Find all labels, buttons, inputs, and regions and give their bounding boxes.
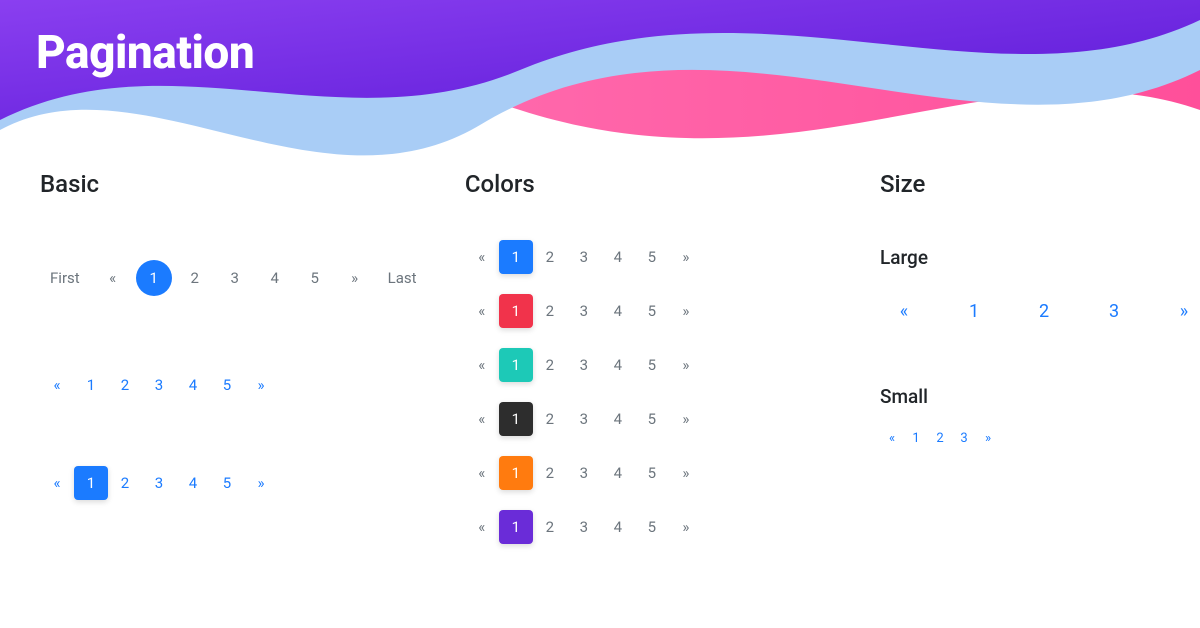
colors-stack: « 1 2 3 4 5 » « 1 2 3 4 5 » « 1 2 3 [465,240,880,544]
section-title-basic: Basic [40,170,465,198]
page-next-icon[interactable]: » [1160,287,1200,335]
page-3[interactable]: 3 [218,261,252,295]
page-1-active[interactable]: 1 [499,294,533,328]
page-4[interactable]: 4 [601,348,635,382]
content: Basic First « 1 2 3 4 5 » Last « 1 2 3 4… [0,150,1200,544]
pagination-color-purple: « 1 2 3 4 5 » [465,510,880,544]
page-2[interactable]: 2 [108,368,142,402]
page-5[interactable]: 5 [210,368,244,402]
page-4[interactable]: 4 [601,294,635,328]
page-1[interactable]: 1 [904,426,928,450]
page-5[interactable]: 5 [635,456,669,490]
section-size: Size Large « 1 2 3 » Small « 1 2 3 » [880,170,1160,544]
page-2[interactable]: 2 [928,426,952,450]
pagination-small: « 1 2 3 » [880,426,1160,450]
page-title: Pagination [36,26,254,80]
page-5[interactable]: 5 [635,294,669,328]
page-3[interactable]: 3 [952,426,976,450]
page-1-active[interactable]: 1 [499,510,533,544]
section-title-size: Size [880,170,1160,198]
page-last[interactable]: Last [378,261,427,295]
page-5[interactable]: 5 [298,261,332,295]
page-4[interactable]: 4 [601,510,635,544]
page-1-active[interactable]: 1 [74,466,108,500]
page-1-active[interactable]: 1 [499,348,533,382]
page-2[interactable]: 2 [533,402,567,436]
page-5[interactable]: 5 [210,466,244,500]
pagination-basic-links: « 1 2 3 4 5 » [40,368,465,402]
page-5[interactable]: 5 [635,240,669,274]
page-prev-icon[interactable]: « [465,294,499,328]
page-4[interactable]: 4 [258,261,292,295]
page-prev-icon[interactable]: « [465,348,499,382]
page-next-icon[interactable]: » [244,368,278,402]
page-2[interactable]: 2 [533,294,567,328]
page-next-icon[interactable]: » [669,402,703,436]
page-2[interactable]: 2 [533,510,567,544]
page-1-active[interactable]: 1 [499,240,533,274]
section-colors: Colors « 1 2 3 4 5 » « 1 2 3 4 5 » « [465,170,880,544]
page-4[interactable]: 4 [176,368,210,402]
page-next-icon[interactable]: » [669,240,703,274]
page-next-icon[interactable]: » [669,294,703,328]
page-2[interactable]: 2 [533,240,567,274]
page-1[interactable]: 1 [74,368,108,402]
page-prev-icon[interactable]: « [40,466,74,500]
page-3[interactable]: 3 [142,466,176,500]
page-next-icon[interactable]: » [976,426,1000,450]
page-3[interactable]: 3 [567,456,601,490]
page-next-icon[interactable]: » [338,261,372,295]
page-2[interactable]: 2 [533,456,567,490]
page-4[interactable]: 4 [601,402,635,436]
page-3[interactable]: 3 [142,368,176,402]
page-3[interactable]: 3 [567,510,601,544]
page-5[interactable]: 5 [635,348,669,382]
header: Pagination [0,0,1200,150]
page-prev-icon[interactable]: « [465,456,499,490]
page-1-active[interactable]: 1 [499,402,533,436]
pagination-color-red: « 1 2 3 4 5 » [465,294,880,328]
pagination-basic-square: « 1 2 3 4 5 » [40,466,465,500]
page-prev-icon[interactable]: « [880,287,928,335]
pagination-color-orange: « 1 2 3 4 5 » [465,456,880,490]
pagination-large: « 1 2 3 » [880,287,1160,335]
page-4[interactable]: 4 [601,456,635,490]
page-prev-icon[interactable]: « [40,368,74,402]
page-prev-icon[interactable]: « [465,510,499,544]
page-3[interactable]: 3 [567,402,601,436]
pagination-color-teal: « 1 2 3 4 5 » [465,348,880,382]
page-next-icon[interactable]: » [669,510,703,544]
subheading-small: Small [880,385,1160,408]
page-1[interactable]: 1 [950,287,998,335]
subheading-large: Large [880,246,1160,269]
page-prev-icon[interactable]: « [880,426,904,450]
pagination-basic-circle: First « 1 2 3 4 5 » Last [40,260,465,296]
page-next-icon[interactable]: » [244,466,278,500]
section-basic: Basic First « 1 2 3 4 5 » Last « 1 2 3 4… [40,170,465,544]
page-next-icon[interactable]: » [669,456,703,490]
page-next-icon[interactable]: » [669,348,703,382]
page-prev-icon[interactable]: « [465,240,499,274]
page-prev-icon[interactable]: « [96,261,130,295]
page-2[interactable]: 2 [108,466,142,500]
pagination-color-dark: « 1 2 3 4 5 » [465,402,880,436]
page-2[interactable]: 2 [533,348,567,382]
page-3[interactable]: 3 [567,348,601,382]
page-5[interactable]: 5 [635,510,669,544]
page-5[interactable]: 5 [635,402,669,436]
page-3[interactable]: 3 [567,294,601,328]
pagination-color-blue: « 1 2 3 4 5 » [465,240,880,274]
section-title-colors: Colors [465,170,880,198]
page-4[interactable]: 4 [601,240,635,274]
page-2[interactable]: 2 [178,261,212,295]
page-1-active[interactable]: 1 [499,456,533,490]
page-3[interactable]: 3 [567,240,601,274]
page-3[interactable]: 3 [1090,287,1138,335]
page-first[interactable]: First [40,261,90,295]
page-4[interactable]: 4 [176,466,210,500]
page-1-active[interactable]: 1 [136,260,172,296]
page-prev-icon[interactable]: « [465,402,499,436]
page-2[interactable]: 2 [1020,287,1068,335]
